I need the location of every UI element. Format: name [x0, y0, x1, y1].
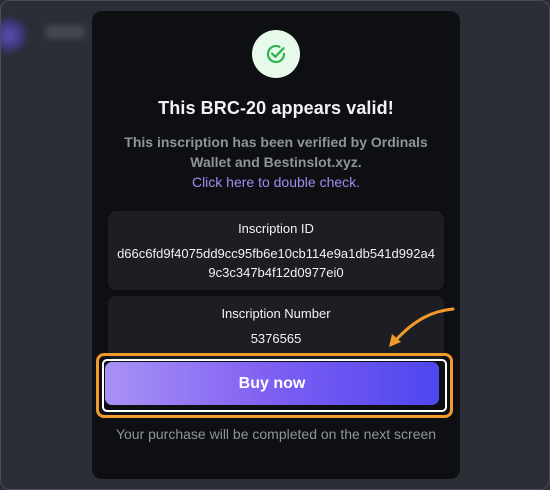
pointer-arrow-icon	[389, 307, 455, 347]
inscription-id-label: Inscription ID	[238, 221, 314, 236]
double-check-link[interactable]: Click here to double check.	[92, 172, 460, 192]
verification-modal: This BRC-20 appears valid! This inscript…	[92, 11, 460, 479]
buy-now-button[interactable]: Buy now	[105, 362, 439, 405]
purchase-footnote: Your purchase will be completed on the n…	[115, 426, 437, 442]
check-circle-icon	[252, 30, 300, 78]
app-window: This BRC-20 appears valid! This inscript…	[0, 0, 550, 490]
background-avatar	[1, 17, 27, 53]
modal-title: This BRC-20 appears valid!	[158, 98, 394, 118]
inscription-id-value: d66c6fd9f4075dd9cc95fb6e10cb114e9a1db541…	[117, 246, 435, 280]
inscription-id-card: Inscription ID d66c6fd9f4075dd9cc95fb6e1…	[108, 211, 444, 290]
verification-description: This inscription has been verified by Or…	[124, 134, 428, 170]
background-blurred-label	[45, 25, 85, 39]
buy-button-highlight: Buy now	[96, 353, 453, 418]
